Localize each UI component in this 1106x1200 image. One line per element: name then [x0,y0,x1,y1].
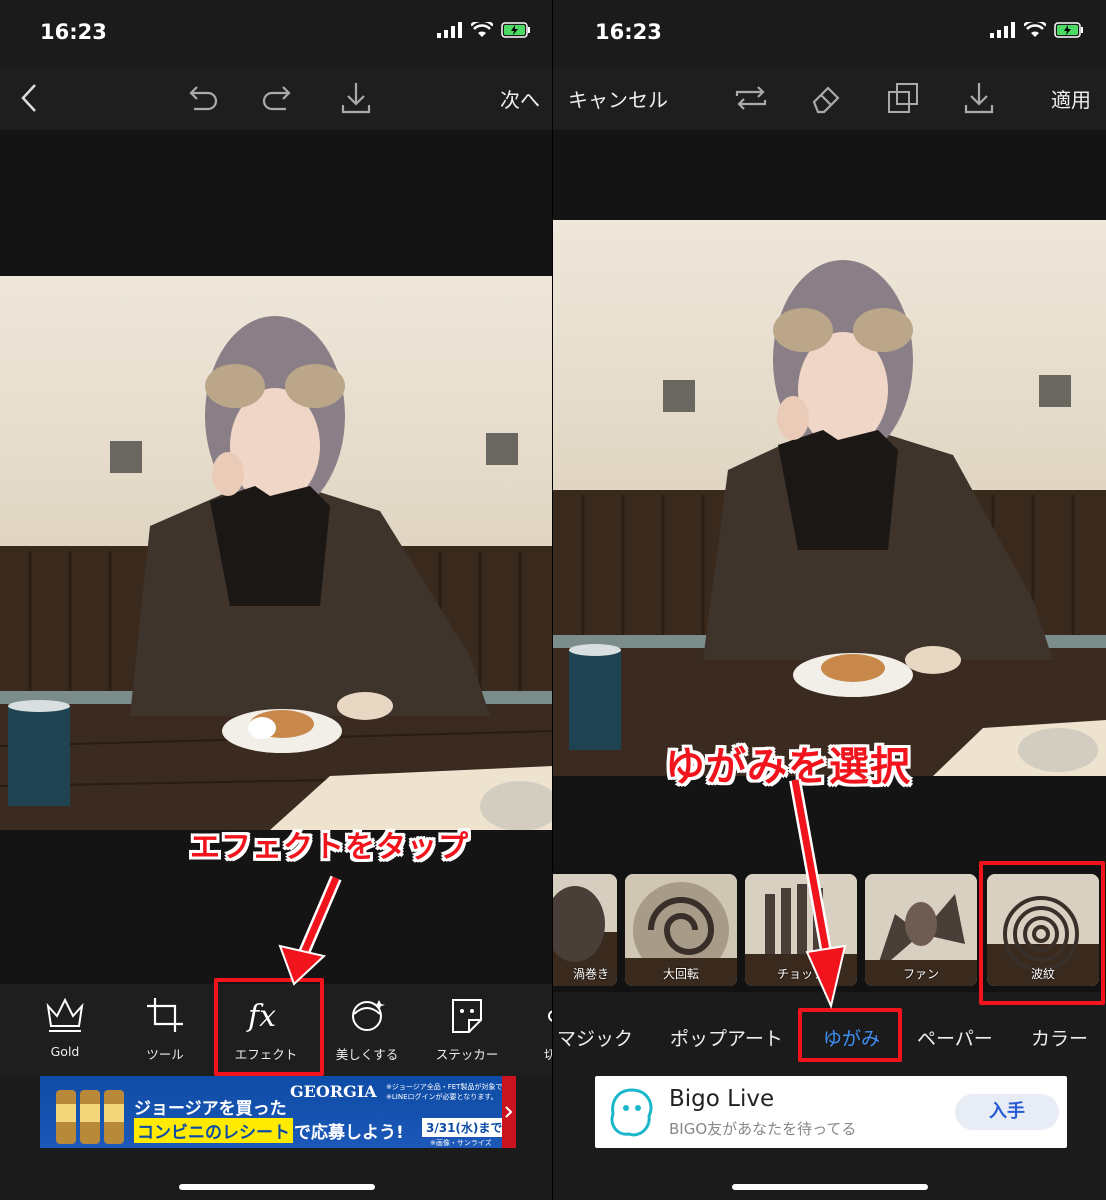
eraser-button[interactable] [807,78,847,118]
tool-label: Gold [50,1044,80,1059]
thumbnail-label: 大回転 [662,967,699,981]
tab-paper[interactable]: ペーパー [917,1024,993,1051]
tool-sticker[interactable]: ステッカー [422,996,512,1063]
compare-icon [888,83,918,113]
repeat-icon [735,86,767,110]
compare-button[interactable] [883,78,923,118]
bigo-mascot-icon [610,1088,653,1137]
next-button[interactable]: 次へ [500,84,540,113]
cancel-button[interactable]: キャンセル [568,84,668,113]
right-screen: 16:23 キャンセル 適用 ゆがみを選択 渦巻き 大回転 チョップ ファン 波… [553,0,1106,1200]
ad-title: Bigo Live [669,1086,775,1112]
download-button[interactable] [336,78,376,118]
status-time: 16:23 [595,20,662,44]
sticker-icon [452,999,482,1033]
edited-photo [0,276,553,830]
thumbnail-big-twirl[interactable]: 大回転 [625,874,737,986]
signal-icon [990,22,1015,38]
tab-color[interactable]: カラー [1031,1024,1088,1051]
thumbnail-swirl[interactable]: 渦巻き [553,874,617,986]
ad-products [52,1080,132,1146]
back-button[interactable] [14,78,44,118]
wifi-icon [471,22,493,37]
tool-gold[interactable]: Gold [20,996,110,1059]
download-button[interactable] [959,78,999,118]
undo-icon [189,86,218,111]
swap-button[interactable] [731,78,771,118]
georgia-ad-banner[interactable]: GEORGIA ジョージアを買った コンビニのレシート で応募しよう! 3/31… [40,1076,516,1148]
redo-button[interactable] [258,78,298,118]
download-icon [341,83,371,114]
ad-line1: ジョージアを買った [134,1099,287,1119]
home-indicator [731,1184,928,1190]
ad-fine2: ※LINEログインが必要となります。 [386,1093,498,1101]
tool-label: 美しくする [335,1047,399,1062]
battery-charging-icon [1054,22,1083,38]
bigo-live-ad[interactable]: Bigo Live BIGO友があなたを待ってる 入手 [595,1076,1067,1148]
edited-photo [553,220,1106,776]
face-beautify-icon [352,1000,385,1031]
cutout-icon [548,1010,553,1022]
annotation-arrow [789,778,847,1010]
apply-button[interactable]: 適用 [1051,84,1091,113]
chevron-right-icon [505,1106,513,1118]
tool-cutout[interactable]: 切 [520,996,553,1063]
ad-get-button[interactable]: 入手 [955,1094,1059,1130]
crown-icon [46,997,84,1032]
status-icons [990,22,1084,38]
ad-highlight: コンビニのレシート [134,1118,293,1143]
ad-fine1: ※ジョージア全品・FET製品が対象です。 [386,1083,506,1091]
ripple-highlight-box [979,861,1105,1005]
thumbnail-label: 渦巻き [572,967,609,981]
status-bar: 16:23 [0,0,553,66]
home-indicator [178,1184,375,1190]
screenshot-comparison: 16:23 次へ Gold ツール fx エフェクト 美しくする ステッカー 切… [0,0,1106,1200]
effect-toolbar: キャンセル 適用 [553,66,1106,130]
chevron-left-icon [21,84,36,112]
tool-label: 切 [544,1047,553,1062]
undo-button[interactable] [182,78,222,118]
status-time: 16:23 [40,20,107,44]
tool-beautify[interactable]: 美しくする [322,996,412,1063]
ad-brand: GEORGIA [290,1082,377,1101]
battery-charging-icon [501,22,530,38]
tap-effect-annotation: エフェクトをタップ [190,830,469,865]
thumbnail-label: ファン [902,967,939,981]
wifi-icon [1024,22,1046,37]
ad-fine3: ※画像・サンライズ [430,1139,492,1147]
ad-line2: で応募しよう! [294,1123,404,1143]
eraser-icon [812,86,840,114]
status-bar: 16:23 [553,0,1106,66]
tool-tools[interactable]: ツール [120,996,210,1063]
ad-date: 3/31(水)まで [422,1118,507,1137]
tab-pop-art[interactable]: ポップアート [670,1024,783,1051]
distort-tab-highlight-box [798,1008,902,1062]
ad-arrow[interactable] [502,1076,516,1148]
status-icons [437,22,531,38]
tool-label: ステッカー [435,1047,499,1062]
effect-highlight-box [214,978,324,1076]
thumbnail-fan[interactable]: ファン [865,874,977,986]
crop-icon [147,998,183,1032]
download-icon [964,83,994,114]
left-screen: 16:23 次へ Gold ツール fx エフェクト 美しくする ステッカー 切… [0,0,553,1200]
annotation-arrow [278,875,342,986]
signal-icon [437,22,462,38]
editor-toolbar: 次へ [0,66,553,130]
ad-subtitle: BIGO友があなたを待ってる [669,1120,857,1138]
tab-magic[interactable]: マジック [557,1024,633,1051]
redo-icon [262,86,291,111]
tool-label: ツール [146,1047,184,1062]
